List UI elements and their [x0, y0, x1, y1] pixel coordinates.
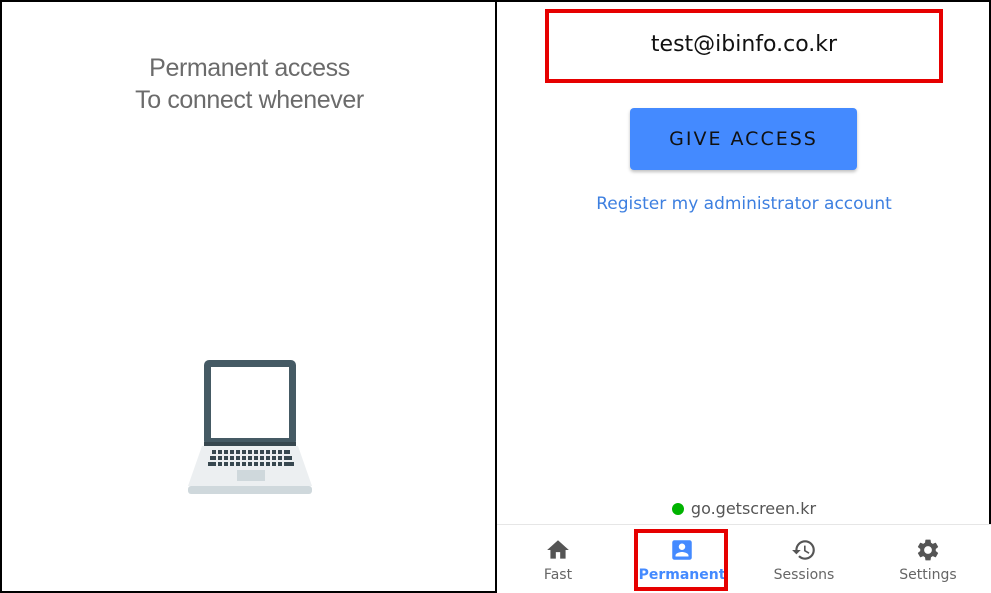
- right-panel: test@ibinfo.co.kr GIVE ACCESS Register m…: [495, 0, 991, 593]
- server-status: go.getscreen.kr: [497, 499, 991, 518]
- nav-label-fast: Fast: [543, 567, 573, 583]
- account-box-icon: [672, 540, 692, 560]
- register-admin-link[interactable]: Register my administrator account: [497, 194, 991, 214]
- nav-item-settings[interactable]: Settings: [878, 533, 978, 589]
- nav-label-sessions: Sessions: [773, 567, 835, 583]
- heading-line-2: To connect whenever: [135, 86, 364, 114]
- email-value: test@ibinfo.co.kr: [650, 31, 838, 57]
- history-icon: [792, 540, 815, 560]
- email-field[interactable]: test@ibinfo.co.kr: [545, 9, 943, 83]
- online-status-dot: [671, 502, 684, 515]
- nav-item-fast[interactable]: Fast: [508, 533, 608, 589]
- server-address: go.getscreen.kr: [690, 499, 817, 518]
- bottom-nav: Fast Permanent Sessions Settings: [497, 524, 991, 593]
- give-access-button[interactable]: GIVE ACCESS: [630, 108, 857, 170]
- laptop-icon: [188, 360, 312, 494]
- heading-line-1: Permanent access: [149, 54, 350, 82]
- nav-label-settings: Settings: [899, 567, 957, 583]
- home-icon: [547, 540, 569, 559]
- nav-item-sessions[interactable]: Sessions: [754, 533, 854, 589]
- nav-label-permanent: Permanent: [638, 567, 726, 583]
- left-panel: Permanent access To connect whenever: [0, 0, 497, 593]
- gear-icon: [917, 539, 939, 561]
- nav-item-permanent[interactable]: Permanent: [632, 533, 732, 589]
